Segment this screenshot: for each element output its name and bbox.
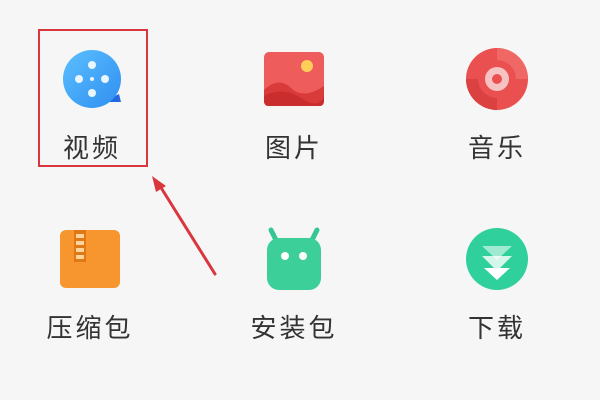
archive-icon xyxy=(57,226,123,292)
image-icon xyxy=(261,46,327,112)
category-archive[interactable]: 压缩包 xyxy=(30,212,150,362)
android-package-icon xyxy=(261,226,327,292)
category-video[interactable]: 视频 xyxy=(32,32,152,182)
download-icon xyxy=(464,226,530,292)
video-icon xyxy=(59,46,125,112)
music-icon xyxy=(464,46,530,112)
file-category-grid: 视频 图片 音乐 压缩包 安装包 下载 xyxy=(0,0,600,400)
category-label: 安装包 xyxy=(250,314,338,344)
category-download[interactable]: 下载 xyxy=(437,212,557,362)
category-label: 图片 xyxy=(264,134,323,164)
category-label: 音乐 xyxy=(467,134,526,164)
category-label: 压缩包 xyxy=(46,314,134,344)
category-image[interactable]: 图片 xyxy=(234,32,354,182)
category-label: 下载 xyxy=(467,314,526,344)
category-music[interactable]: 音乐 xyxy=(437,32,557,182)
category-label: 视频 xyxy=(62,134,121,164)
category-package[interactable]: 安装包 xyxy=(234,212,354,362)
